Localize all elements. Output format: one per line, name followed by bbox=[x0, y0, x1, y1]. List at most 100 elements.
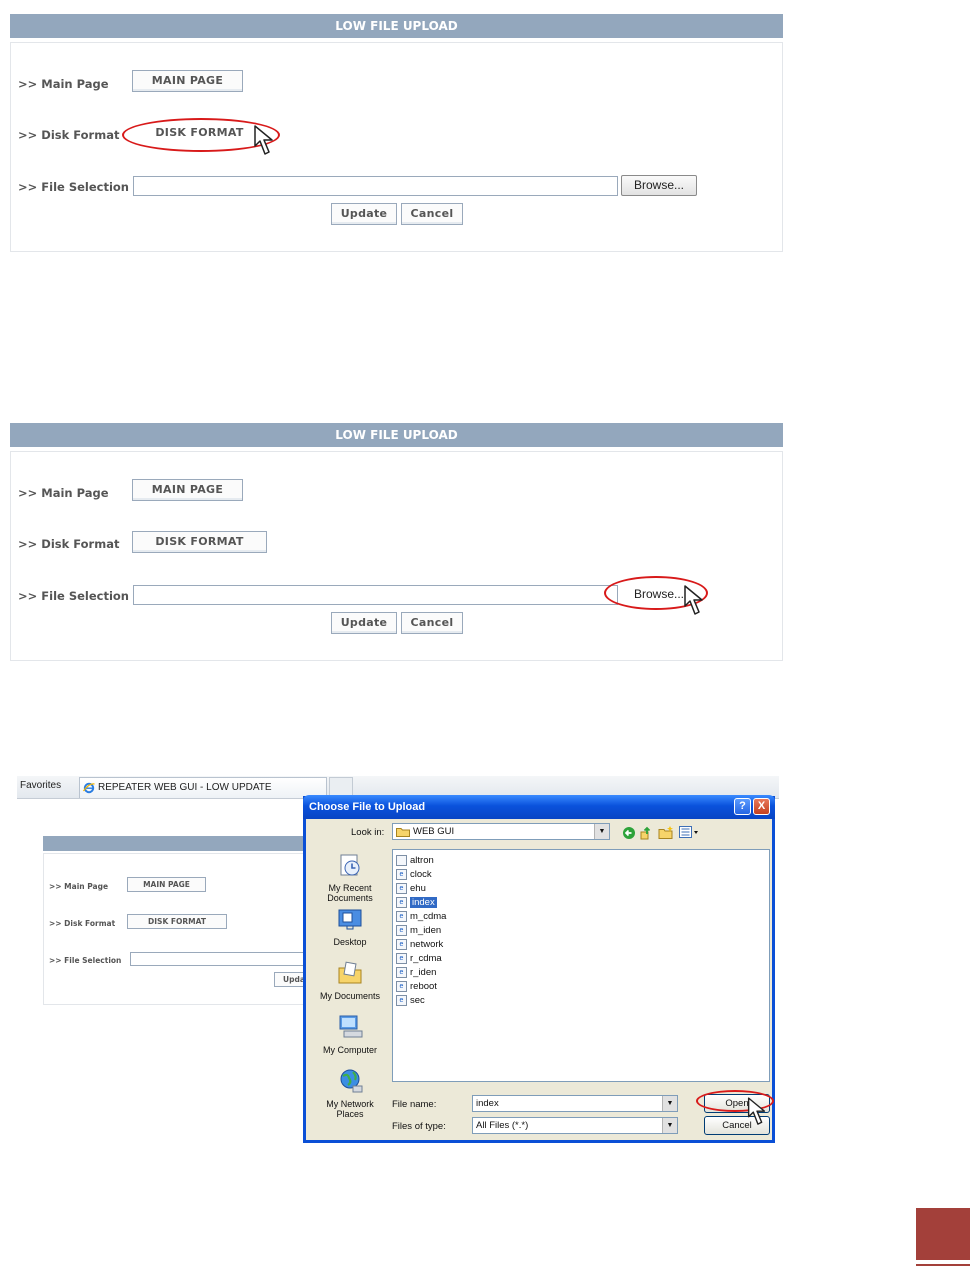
row-label-file-selection: >> File Selection bbox=[49, 956, 122, 965]
file-selection-input[interactable] bbox=[130, 952, 330, 966]
hand-cursor-icon bbox=[684, 585, 703, 615]
page-corner-block bbox=[916, 1208, 970, 1260]
panel-header: LOW FILE UPLOAD bbox=[10, 423, 783, 447]
file-name-label: File name: bbox=[392, 1099, 437, 1110]
dialog-title-bar: Choose File to Upload ? X bbox=[303, 795, 775, 819]
html-file-icon: e bbox=[396, 953, 407, 964]
view-menu-icon[interactable] bbox=[679, 826, 701, 839]
file-selection-input[interactable] bbox=[133, 176, 618, 196]
chevron-down-icon[interactable]: ▼ bbox=[594, 824, 609, 839]
place-my-recent-documents[interactable]: My Recent Documents bbox=[312, 851, 388, 903]
file-icon bbox=[396, 855, 407, 866]
place-label: Desktop bbox=[333, 937, 367, 947]
file-item[interactable]: altron bbox=[396, 854, 434, 867]
file-item[interactable]: e network bbox=[396, 938, 443, 951]
background-upload-panel: LOW >> Main Page MAIN PAGE >> Disk Forma… bbox=[43, 836, 333, 1006]
folder-icon bbox=[396, 828, 410, 837]
place-label: My Computer bbox=[322, 1045, 377, 1055]
row-label-disk-format: >> Disk Format bbox=[18, 537, 120, 551]
mini-panel-header: LOW bbox=[43, 836, 333, 851]
place-my-network-places[interactable]: My Network Places bbox=[312, 1067, 388, 1119]
html-file-icon: e bbox=[396, 869, 407, 880]
file-item[interactable]: e ehu bbox=[396, 882, 426, 895]
desktop-icon bbox=[338, 909, 362, 930]
html-file-icon: e bbox=[396, 897, 407, 908]
my-computer-icon bbox=[339, 1015, 363, 1038]
html-file-icon: e bbox=[396, 995, 407, 1006]
file-item[interactable]: e sec bbox=[396, 994, 425, 1007]
places-bar: My Recent Documents Desktop My Documents bbox=[312, 848, 388, 1119]
file-name-value: index bbox=[476, 1098, 499, 1109]
update-button[interactable]: Update bbox=[331, 203, 397, 225]
file-item[interactable]: e m_cdma bbox=[396, 910, 446, 923]
place-my-computer[interactable]: My Computer bbox=[312, 1013, 388, 1055]
html-file-icon: e bbox=[396, 967, 407, 978]
browser-tab-title: REPEATER WEB GUI - LOW UPDATE bbox=[98, 782, 272, 793]
file-name-input[interactable]: index ▼ bbox=[472, 1095, 678, 1112]
hand-cursor-icon bbox=[747, 1097, 766, 1125]
look-in-dropdown[interactable]: WEB GUI ▼ bbox=[392, 823, 610, 840]
upload-panel-2: LOW FILE UPLOAD >> Main Page MAIN PAGE >… bbox=[10, 423, 783, 661]
new-folder-icon[interactable] bbox=[658, 825, 674, 840]
main-page-button[interactable]: MAIN PAGE bbox=[132, 70, 243, 92]
panel-body: >> Main Page MAIN PAGE >> Disk Format DI… bbox=[10, 42, 783, 252]
cancel-button[interactable]: Cancel bbox=[401, 612, 463, 634]
disk-format-button[interactable]: DISK FORMAT bbox=[132, 531, 267, 553]
file-selection-input[interactable] bbox=[133, 585, 618, 605]
row-label-disk-format: >> Disk Format bbox=[49, 919, 116, 928]
file-item[interactable]: e clock bbox=[396, 868, 432, 881]
chevron-down-icon[interactable]: ▼ bbox=[662, 1118, 677, 1133]
row-label-main-page: >> Main Page bbox=[18, 486, 109, 500]
html-file-icon: e bbox=[396, 981, 407, 992]
html-file-icon: e bbox=[396, 883, 407, 894]
my-documents-icon bbox=[338, 961, 362, 984]
choose-file-dialog: Choose File to Upload ? X Look in: WEB G… bbox=[303, 795, 775, 1143]
update-button[interactable]: Update bbox=[331, 612, 397, 634]
panel-header: LOW FILE UPLOAD bbox=[10, 14, 783, 38]
main-page-button[interactable]: MAIN PAGE bbox=[132, 479, 243, 501]
browser-screenshot: Favorites REPEATER WEB GUI - LOW UPDATE … bbox=[17, 776, 779, 1146]
main-page-button[interactable]: MAIN PAGE bbox=[127, 877, 206, 892]
hand-cursor-icon bbox=[254, 125, 273, 155]
place-desktop[interactable]: Desktop bbox=[312, 905, 388, 947]
cancel-button[interactable]: Cancel bbox=[401, 203, 463, 225]
browser-tab[interactable]: REPEATER WEB GUI - LOW UPDATE bbox=[79, 777, 327, 798]
close-button[interactable]: X bbox=[753, 798, 770, 815]
files-of-type-label: Files of type: bbox=[392, 1121, 446, 1132]
place-label: My Documents bbox=[319, 991, 381, 1001]
row-label-main-page: >> Main Page bbox=[18, 77, 109, 91]
new-tab-button[interactable] bbox=[329, 777, 353, 797]
mini-panel-body: >> Main Page MAIN PAGE >> Disk Format DI… bbox=[43, 853, 333, 1005]
file-list[interactable]: altron e clock e ehu e index e m_cdma e m_ide… bbox=[392, 849, 770, 1082]
look-in-value: WEB GUI bbox=[413, 826, 455, 837]
file-item[interactable]: e r_cdma bbox=[396, 952, 442, 965]
chevron-down-icon[interactable]: ▼ bbox=[662, 1096, 677, 1111]
favorites-label[interactable]: Favorites bbox=[20, 780, 61, 791]
network-places-icon bbox=[340, 1069, 363, 1093]
row-label-main-page: >> Main Page bbox=[49, 882, 109, 891]
dialog-title: Choose File to Upload bbox=[309, 801, 426, 813]
back-icon[interactable] bbox=[622, 826, 636, 840]
html-file-icon: e bbox=[396, 925, 407, 936]
place-my-documents[interactable]: My Documents bbox=[312, 959, 388, 1001]
disk-format-button[interactable]: DISK FORMAT bbox=[127, 914, 227, 929]
look-in-label: Look in: bbox=[351, 827, 385, 838]
file-item[interactable]: e r_iden bbox=[396, 966, 436, 979]
place-label: My Network Places bbox=[326, 1099, 374, 1119]
ie-logo-icon bbox=[83, 782, 95, 794]
up-folder-icon[interactable] bbox=[640, 825, 654, 840]
file-item-selected[interactable]: e index bbox=[396, 896, 437, 909]
files-of-type-dropdown[interactable]: All Files (*.*) ▼ bbox=[472, 1117, 678, 1134]
help-button[interactable]: ? bbox=[734, 798, 751, 815]
place-label: My Recent Documents bbox=[327, 883, 373, 903]
files-of-type-value: All Files (*.*) bbox=[476, 1120, 529, 1131]
page-corner-line bbox=[916, 1264, 970, 1266]
row-label-file-selection: >> File Selection bbox=[18, 180, 129, 194]
html-file-icon: e bbox=[396, 911, 407, 922]
panel-body: >> Main Page MAIN PAGE >> Disk Format DI… bbox=[10, 451, 783, 661]
file-item[interactable]: e m_iden bbox=[396, 924, 441, 937]
file-item[interactable]: e reboot bbox=[396, 980, 437, 993]
row-label-file-selection: >> File Selection bbox=[18, 589, 129, 603]
browse-button[interactable]: Browse... bbox=[621, 175, 697, 196]
recent-documents-icon bbox=[340, 854, 360, 876]
